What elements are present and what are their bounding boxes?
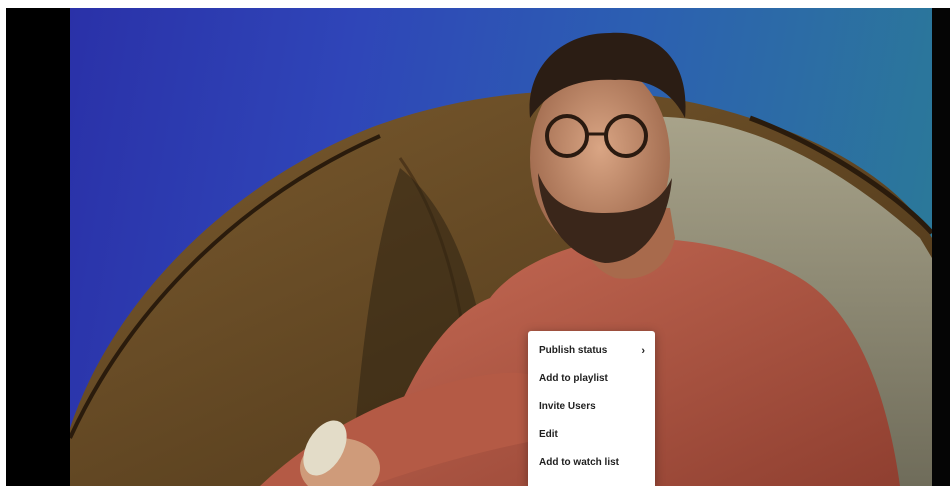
menu-item-invite-users[interactable]: Invite Users [528, 393, 655, 421]
menu-item-label: Invite Users [539, 401, 596, 412]
menu-item-label: Add to playlist [539, 373, 608, 384]
menu-item-label: Add to watch list [539, 457, 619, 468]
menu-item-label: Publish status [539, 345, 608, 356]
letterbox-right [932, 8, 950, 486]
letterbox-left [6, 8, 70, 486]
menu-item-add-to-watch-list[interactable]: Add to watch list [528, 449, 655, 477]
menu-item-publish-status[interactable]: Publish status › [528, 337, 655, 365]
chevron-right-icon: › [641, 345, 645, 357]
video-frame[interactable] [70, 8, 932, 486]
video-player[interactable] [6, 8, 950, 486]
menu-item-add-to-playlist[interactable]: Add to playlist [528, 365, 655, 393]
menu-item-edit[interactable]: Edit [528, 421, 655, 449]
context-menu: Publish status › Add to playlist Invite … [528, 331, 655, 486]
menu-item-label: Edit [539, 429, 558, 440]
video-scene-illustration [70, 32, 932, 486]
